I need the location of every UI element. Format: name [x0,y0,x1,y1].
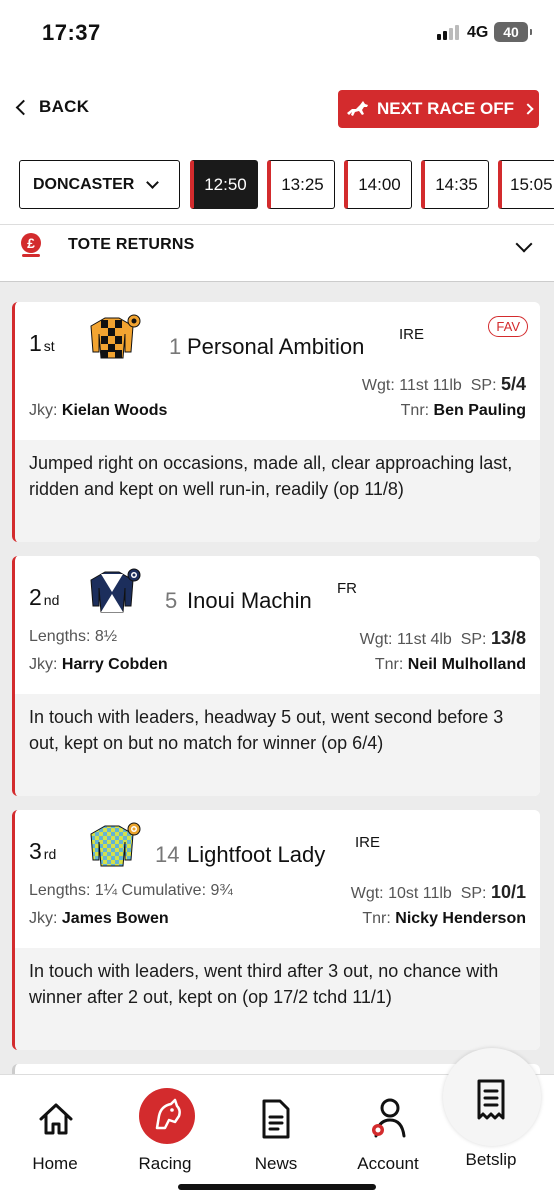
battery-icon: 40 [494,22,532,42]
horse-icon [347,101,369,116]
finish-position: 2nd [29,584,60,610]
document-icon [262,1099,290,1139]
jockey-silks-icon [90,568,141,613]
horse-name[interactable]: Personal Ambition [187,334,364,360]
race-time-tab[interactable]: 15:05 [498,160,554,209]
race-time-tab[interactable]: 14:35 [421,160,489,209]
jockey-row: Jky: James Bowen [29,910,169,927]
back-button[interactable]: BACK [14,96,89,118]
horse-number: 14 [155,842,180,867]
pound-icon: £ [21,233,41,257]
horse-number: 5 [165,588,178,613]
lengths-row: Lengths: 8½ [29,628,118,645]
weight-sp-row: Wgt: 11st 4lb SP: 13/8 [359,628,526,648]
result-card: 2nd 5 Inoui Machin FR Lengths: 8½ Wgt: 1… [12,556,540,796]
venue-label: DONCASTER [33,175,135,193]
horse-name[interactable]: Lightfoot Lady [187,842,325,868]
jockey-row: Jky: Harry Cobden [29,656,168,673]
finish-position: 1st [29,330,55,356]
horse-country: IRE [399,326,425,343]
back-label: BACK [39,97,90,116]
trainer-row: Tnr: Neil Mulholland [374,656,526,673]
trainer-row: Tnr: Nicky Henderson [362,910,526,927]
trainer-row: Tnr: Ben Pauling [400,402,526,419]
jockey-silks-icon [90,314,141,359]
horse-country: IRE [355,834,381,851]
tab-label: Racing [138,1154,192,1173]
chevron-left-icon [15,99,32,115]
status-time: 17:37 [42,20,101,45]
chevron-right-icon [522,103,534,115]
lengths-row: Lengths: 1¼ Cumulative: 9¾ [29,882,233,899]
horse-country: FR [337,580,357,597]
jockey-row: Jky: Kielan Woods [29,402,168,419]
signal-icon [437,24,459,40]
race-comment: Jumped right on occasions, made all, cle… [15,440,540,542]
svg-text:£: £ [27,235,35,251]
tab-label: News [254,1154,298,1173]
race-comment: In touch with leaders, headway 5 out, we… [15,694,540,796]
tab-label: Account [357,1154,419,1173]
venue-dropdown[interactable]: DONCASTER [19,160,180,209]
home-indicator [178,1184,376,1190]
tab-label: Betslip [465,1150,517,1169]
race-comment: In touch with leaders, went third after … [15,948,540,1050]
race-time-tab[interactable]: 13:25 [267,160,335,209]
jockey-silks-icon [90,822,141,867]
horse-head-icon [139,1088,195,1144]
tote-returns-label: TOTE RETURNS [68,236,195,253]
result-card: 3rd 14 Lightfoot Lady IRE Lengths: 1¼ Cu… [12,810,540,1050]
chevron-down-icon [146,175,160,189]
network-label: 4G [467,24,489,41]
weight-sp-row: Wgt: 10st 11lb SP: 10/1 [350,882,526,902]
finish-position: 3rd [29,838,57,864]
next-race-off-button[interactable]: NEXT RACE OFF [338,90,539,128]
favourite-badge: FAV [488,316,528,337]
receipt-icon [477,1079,505,1120]
home-icon [39,1103,73,1135]
race-time-tab[interactable]: 14:00 [344,160,412,209]
person-gear-icon [372,1098,406,1138]
race-time-tab[interactable]: 12:50 [190,160,258,209]
next-race-label: NEXT RACE OFF [377,99,514,118]
result-card: 1st 1 Personal Ambition IRE FAV Wgt: 11s… [12,302,540,542]
tab-label: Home [32,1154,78,1173]
horse-name[interactable]: Inoui Machin [187,588,312,614]
horse-number: 1 [169,334,182,359]
weight-sp-row: Wgt: 11st 11lb SP: 5/4 [361,374,526,394]
